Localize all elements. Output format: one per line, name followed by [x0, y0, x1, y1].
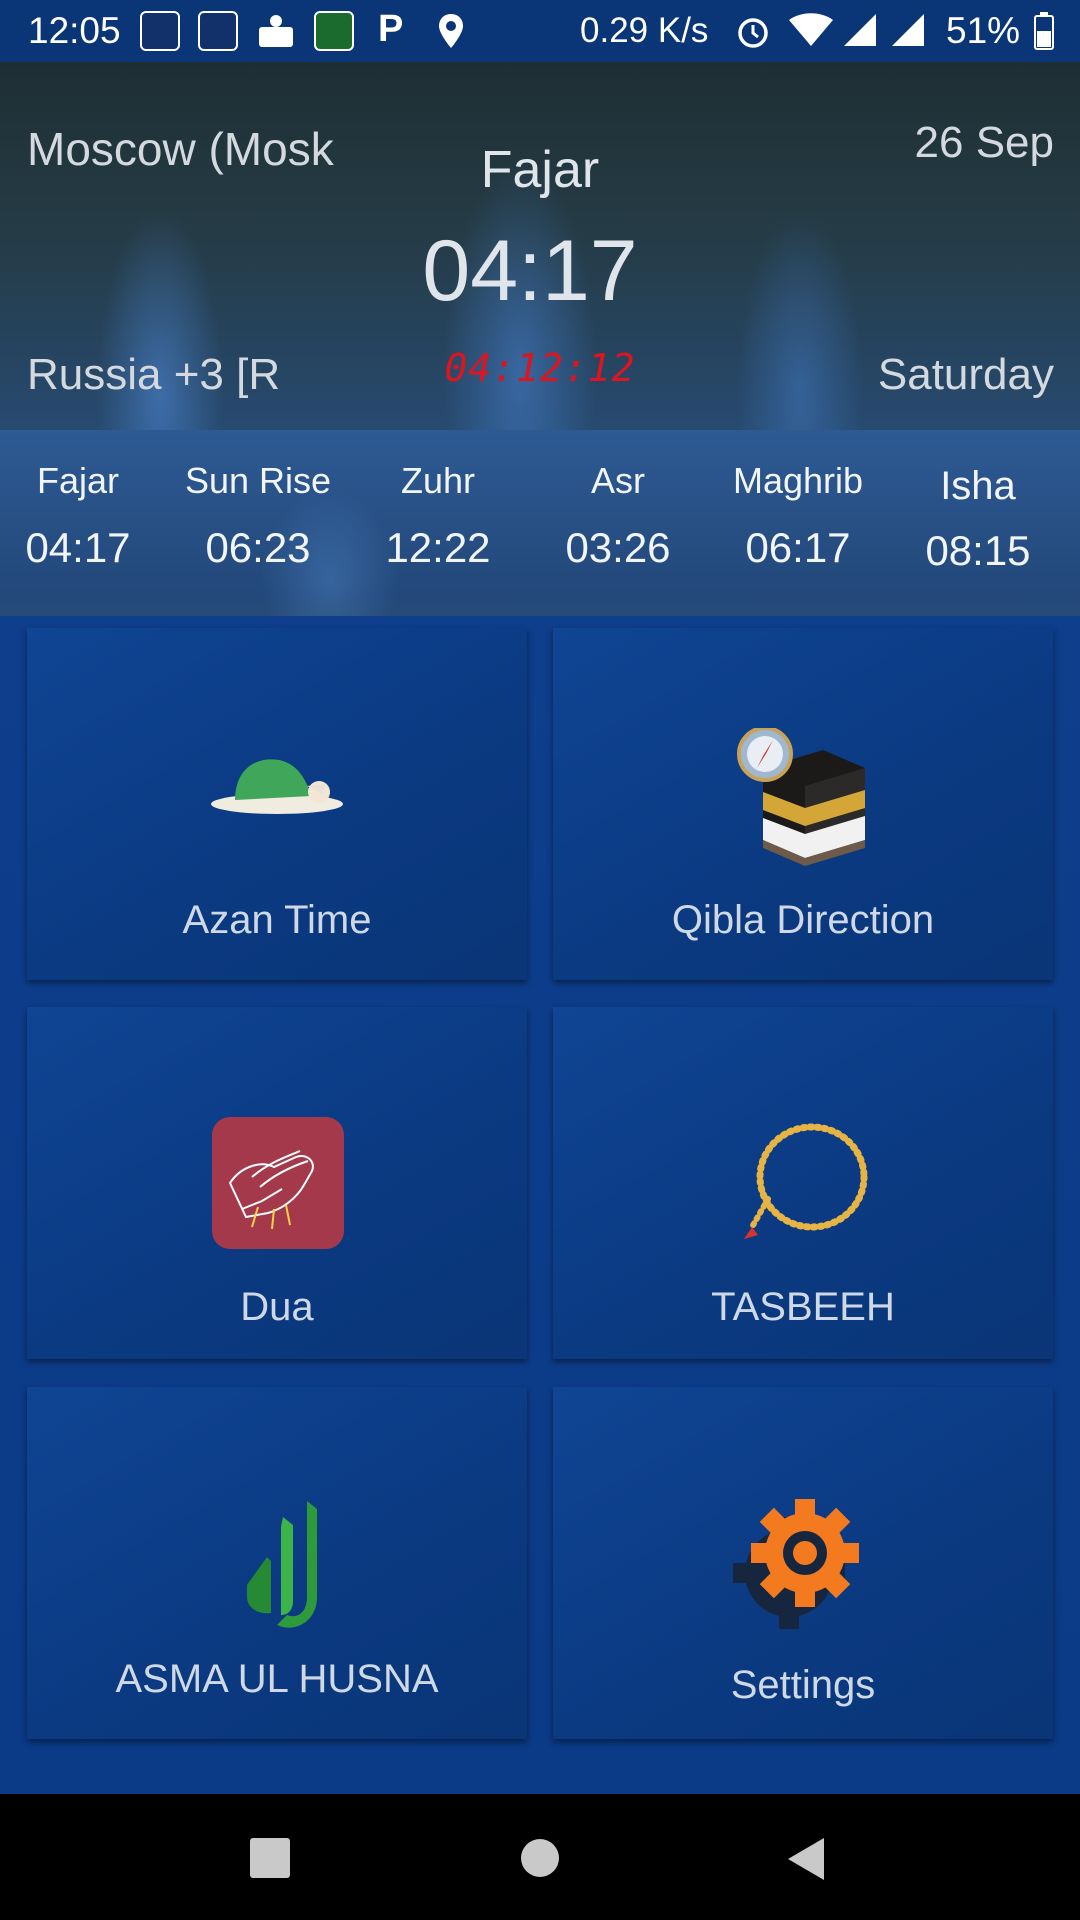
next-prayer-time: 04:17 [422, 223, 638, 319]
prayer-time: 06:17 [745, 524, 851, 571]
prayer-time: 04:17 [25, 524, 131, 571]
prayer-name: Sun Rise [184, 460, 332, 501]
tasbeeh-label: TASBEEH [711, 1285, 895, 1329]
prayer-name: Zuhr [400, 460, 476, 501]
home-button[interactable] [520, 1838, 560, 1883]
azan-time-label: Azan Time [182, 898, 372, 942]
asma-ul-husna-label: ASMA UL HUSNA [115, 1657, 439, 1701]
prayer-item-isha: Isha 08:15 [888, 464, 1068, 575]
back-button[interactable] [788, 1838, 826, 1885]
prostrating-person-icon [207, 708, 347, 848]
dua-label: Dua [240, 1285, 314, 1329]
qibla-direction-label: Qibla Direction [671, 898, 935, 942]
prayer-item-maghrib: Maghrib 06:17 [708, 460, 888, 572]
prayer-time: 03:26 [565, 524, 671, 571]
prayer-item-zuhr: Zuhr 12:22 [348, 460, 528, 572]
gear-icon [733, 1491, 873, 1631]
prayer-item-sunrise: Sun Rise 06:23 [168, 460, 348, 572]
prayer-header: Moscow (Mosk 26 Sep Fajar 04:17 04:12:12… [0, 62, 1080, 430]
navigation-bar [0, 1794, 1080, 1920]
recent-apps-button[interactable] [250, 1838, 290, 1883]
tasbeeh-tile[interactable]: TASBEEH [553, 1007, 1053, 1359]
next-prayer-name: Fajar [480, 141, 600, 199]
prayer-item-asr: Asr 03:26 [528, 460, 708, 572]
prayer-item-fajar: Fajar 04:17 [0, 460, 168, 572]
weekday-label: Saturday [877, 350, 1054, 399]
alarm-icon [734, 12, 772, 55]
parking-icon: P [378, 8, 404, 50]
azan-time-tile[interactable]: Azan Time [27, 628, 527, 980]
status-bar: 12:05 P 0.29 K/s 51% [0, 0, 1080, 62]
praying-hands-icon [212, 1117, 344, 1249]
prayer-time: 12:22 [385, 524, 491, 571]
notification-app-icon [140, 11, 180, 51]
prayer-beads-icon [738, 1117, 878, 1257]
prayer-name: Maghrib [732, 460, 864, 501]
settings-tile[interactable]: Settings [553, 1387, 1053, 1739]
prayer-time: 06:23 [205, 524, 311, 571]
qibla-direction-tile[interactable]: Qibla Direction [553, 628, 1053, 980]
kaaba-compass-icon [733, 726, 873, 868]
prayer-name: Asr [591, 460, 645, 501]
allah-calligraphy-icon [227, 1497, 337, 1637]
prayer-name: Isha [940, 464, 1016, 508]
status-time: 12:05 [28, 10, 121, 51]
keyboard-notification-icon [256, 11, 296, 51]
network-speed: 0.29 K/s [580, 11, 709, 50]
saudi-flag-notification-icon [314, 11, 354, 51]
signal-icon [842, 12, 878, 53]
wifi-icon [788, 12, 834, 53]
settings-label: Settings [730, 1663, 876, 1707]
prayer-time: 08:15 [925, 527, 1031, 574]
prayer-name: Fajar [36, 460, 120, 501]
battery-percent: 51% [946, 10, 1021, 51]
notification-app-icon [198, 11, 238, 51]
signal-icon [890, 12, 926, 53]
battery-icon [1034, 12, 1054, 55]
location-icon [436, 12, 466, 55]
dua-tile[interactable]: Dua [27, 1007, 527, 1359]
asma-ul-husna-tile[interactable]: ASMA UL HUSNA [27, 1387, 527, 1739]
timezone-label: Russia +3 [R [27, 350, 281, 399]
